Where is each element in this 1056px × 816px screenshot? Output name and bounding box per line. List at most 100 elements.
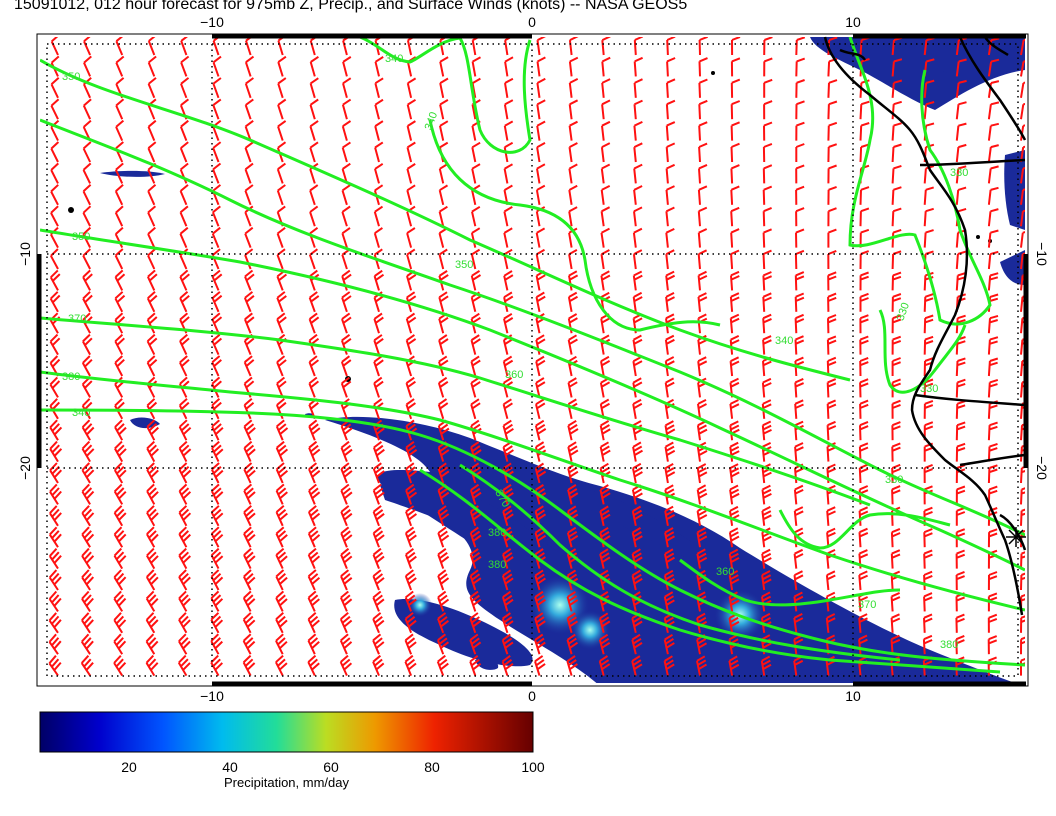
wind-barb [211,312,223,334]
wind-barb [470,376,481,398]
wind-barb [275,590,288,612]
wind-barb [664,463,676,484]
wind-barb [793,484,804,505]
wind-barb [664,334,675,355]
wind-barb [567,377,578,398]
wind-barb [438,312,449,334]
wind-barb [794,249,805,270]
wind-barb [535,291,546,312]
wind-barb [374,162,384,184]
wind-barb [891,271,902,291]
wind-barb [275,462,289,484]
wind-barb [1020,60,1025,77]
wind-barb [762,142,773,163]
wind-barb [211,440,224,463]
wind-barb [601,120,611,141]
wind-barb [49,440,63,463]
wind-barb [179,291,190,313]
wind-barb [178,440,192,463]
wind-barb [600,185,611,205]
wind-barb [114,269,126,291]
lon-label-top: 10 [845,14,861,30]
wind-barb [406,227,416,248]
wind-barb [211,462,224,484]
wind-barb [697,270,708,291]
wind-barb [210,483,224,505]
wind-barb [275,440,289,462]
lat-label-right: −10 [1034,242,1050,266]
wind-barb [244,141,254,163]
wind-barb [48,548,62,570]
wind-barb [146,483,159,505]
wind-barb [795,185,805,205]
wind-barb [762,292,772,312]
wind-barb [632,398,643,419]
wind-barb [729,313,740,334]
wind-barb [795,228,805,248]
wind-barb [859,378,869,398]
wind-barb [342,77,352,99]
wind-barb [438,334,449,355]
wind-barb [308,376,320,398]
wind-barb [762,335,772,355]
wind-barb [243,419,256,441]
wind-barb [600,249,610,270]
lon-label-bottom: 10 [845,688,861,704]
wind-barb [212,141,222,163]
wind-barb [795,37,806,56]
wind-barb [179,119,189,141]
wind-barb [534,419,547,441]
wind-barb [308,462,321,484]
wind-barb [178,633,191,655]
wind-barb [307,547,321,570]
wind-barb [243,398,255,420]
wind-barb [601,56,611,77]
wind-barb [48,569,62,591]
wind-barb [81,483,95,505]
wind-barb [891,335,902,355]
wind-barb [82,184,92,206]
wind-barb [601,37,611,56]
wind-barb [178,505,192,527]
wind-barb [115,55,125,77]
colorbar-tick: 60 [323,759,339,775]
lon-label-top: −10 [200,14,224,30]
wind-barb [665,292,675,312]
wind-barb [147,119,157,141]
wind-barb [211,269,223,291]
wind-barb [891,485,901,505]
wind-barb [567,291,578,312]
wind-barb [729,292,740,312]
wind-barb [50,141,60,163]
wind-barb [374,56,384,77]
wind-barb [146,462,159,484]
wind-barb [1020,81,1025,98]
wind-barb [697,185,708,205]
wind-barb [114,440,127,463]
wind-barb [859,207,870,227]
wind-barb [987,357,999,377]
wind-barb [178,526,191,548]
wind-barb [794,377,805,398]
wind-barb [212,77,222,99]
wind-barb [534,655,546,676]
wind-barb [827,164,837,184]
wind-barb [955,101,967,120]
wind-barb [987,101,1000,120]
wind-barb [633,206,643,227]
wind-barb [244,162,254,184]
wind-barb [827,185,837,205]
wind-barb [114,226,124,249]
wind-barb [48,612,62,634]
wind-barb [632,377,643,398]
wind-barb [82,291,93,313]
wind-barb [49,291,61,313]
wind-barb [600,163,611,184]
wind-barb [664,377,675,398]
wind-barb [406,141,416,163]
wind-barb [277,77,287,99]
wind-barb [793,548,804,569]
wind-barb [535,398,546,420]
wind-barb [535,355,546,377]
wind-barb [761,420,772,441]
